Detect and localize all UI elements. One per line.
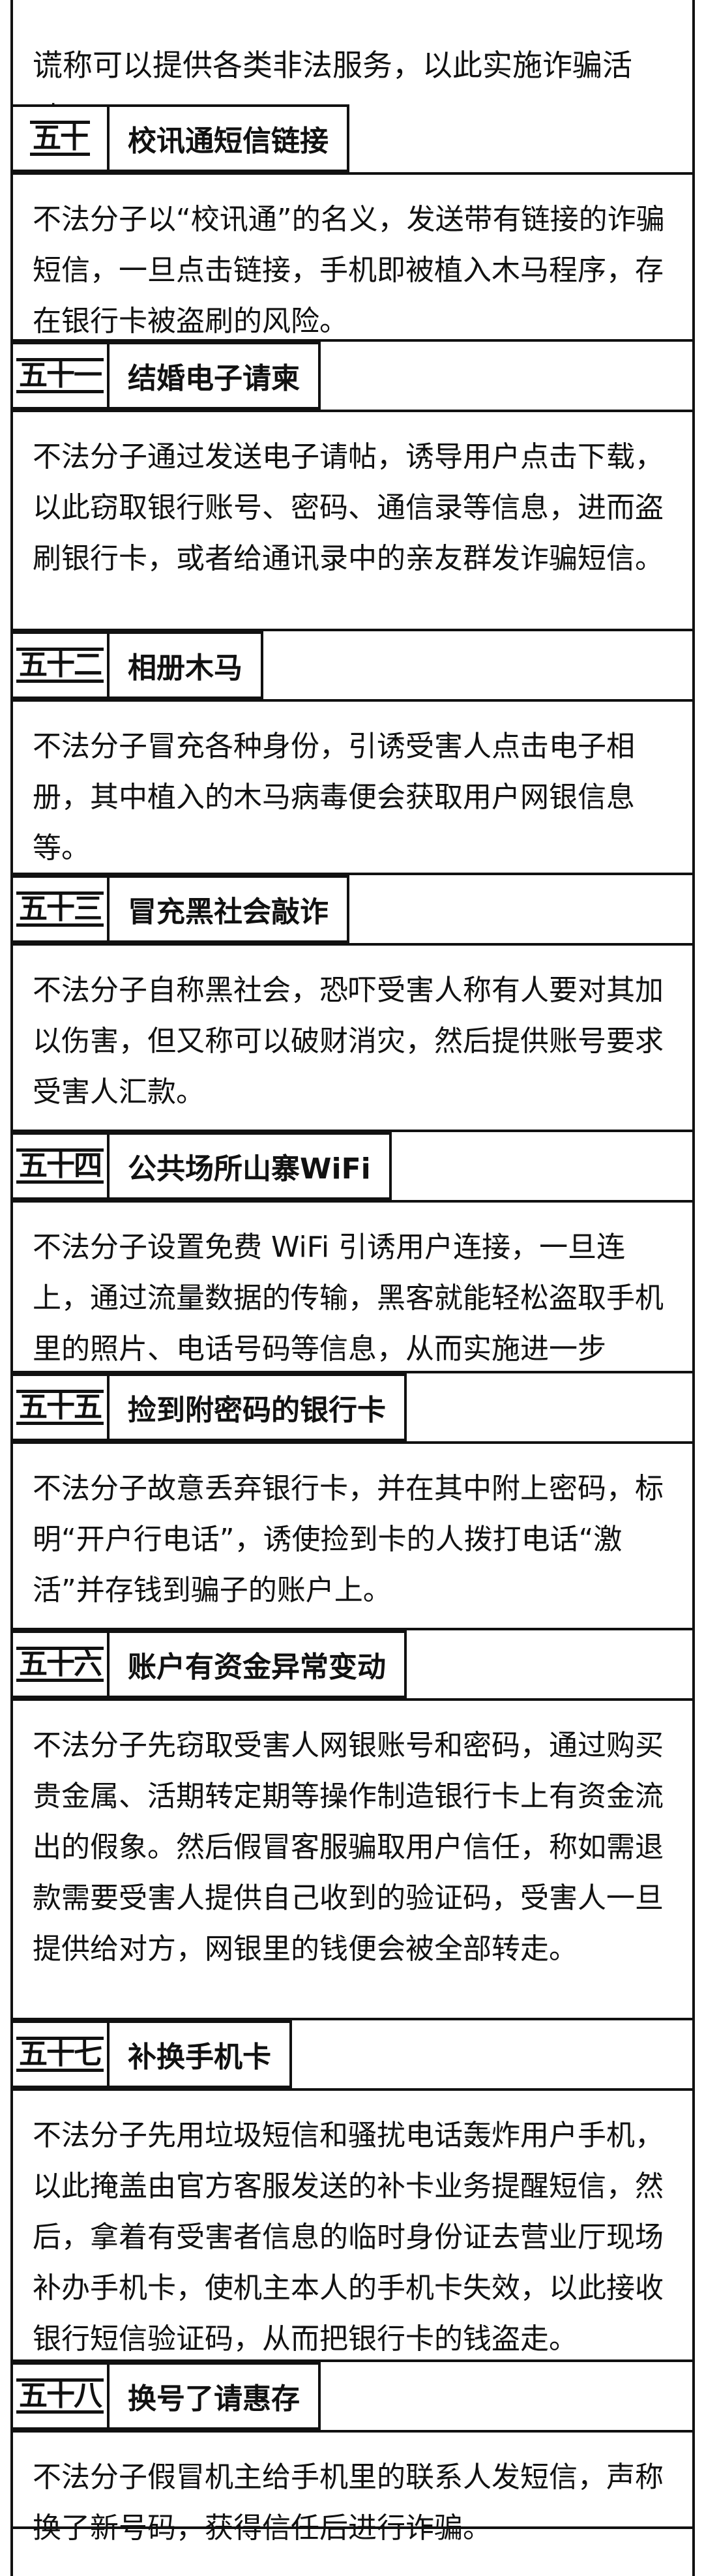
section-title: 冒充黑社会敲诈 — [110, 875, 349, 943]
section-number: 五十七 — [10, 2020, 110, 2088]
section-header: 五十四 公共场所山寨WiFi — [10, 1132, 692, 1200]
section-number: 五十一 — [10, 342, 110, 410]
section-body: 不法分子以“校讯通”的名义，发送带有链接的诈骗短信，一旦点击链接，手机即被植入木… — [10, 172, 695, 342]
section-body: 不法分子自称黑社会，恐吓受害人称有人要对其加以伤害，但又称可以破财消灾，然后提供… — [10, 943, 695, 1132]
section-header: 五十一 结婚电子请柬 — [10, 342, 692, 410]
section-body: 不法分子先用垃圾短信和骚扰电话轰炸用户手机，以此掩盖由官方客服发送的补卡业务提醒… — [10, 2088, 695, 2362]
article-page: 谎称可以提供各类非法服务，以此实施诈骗活动。 五十 校讯通短信链接 不法分子以“… — [10, 0, 695, 2576]
section-number: 五十二 — [10, 631, 110, 699]
section-53: 五十三 冒充黑社会敲诈 不法分子自称黑社会，恐吓受害人称有人要对其加以伤害，但又… — [10, 875, 695, 1132]
section-title: 校讯通短信链接 — [110, 104, 349, 172]
section-number: 五十八 — [10, 2362, 110, 2430]
section-title: 结婚电子请柬 — [110, 342, 321, 410]
section-body: 不法分子故意丢弃银行卡，并在其中附上密码，标明“开户行电话”，诱使捡到卡的人拨打… — [10, 1441, 695, 1630]
section-56: 五十六 账户有资金异常变动 不法分子先窃取受害人网银账号和密码，通过购买贵金属、… — [10, 1630, 695, 2020]
section-title: 公共场所山寨WiFi — [110, 1132, 392, 1200]
section-body: 不法分子先窃取受害人网银账号和密码，通过购买贵金属、活期转定期等操作制造银行卡上… — [10, 1698, 695, 2020]
section-title: 捡到附密码的银行卡 — [110, 1373, 407, 1441]
intro-text: 谎称可以提供各类非法服务，以此实施诈骗活动。 — [33, 48, 632, 135]
section-50: 五十 校讯通短信链接 不法分子以“校讯通”的名义，发送带有链接的诈骗短信，一旦点… — [10, 104, 695, 342]
section-number: 五十六 — [10, 1630, 110, 1698]
section-58: 五十八 换号了请惠存 不法分子假冒机主给手机里的联系人发短信，声称换了新号码，获… — [10, 2362, 695, 2576]
section-body: 不法分子冒充各种身份，引诱受害人点击电子相册，其中植入的木马病毒便会获取用户网银… — [10, 699, 695, 875]
section-header: 五十七 补换手机卡 — [10, 2020, 692, 2088]
section-header: 五十八 换号了请惠存 — [10, 2362, 692, 2430]
section-header: 五十五 捡到附密码的银行卡 — [10, 1373, 692, 1441]
section-title: 换号了请惠存 — [110, 2362, 321, 2430]
section-52: 五十二 相册木马 不法分子冒充各种身份，引诱受害人点击电子相册，其中植入的木马病… — [10, 631, 695, 875]
section-title: 相册木马 — [110, 631, 263, 699]
section-header: 五十六 账户有资金异常变动 — [10, 1630, 692, 1698]
section-body: 不法分子假冒机主给手机里的联系人发短信，声称换了新号码，获得信任后进行诈骗。 — [10, 2430, 695, 2576]
section-header: 五十二 相册木马 — [10, 631, 692, 699]
section-54: 五十四 公共场所山寨WiFi 不法分子设置免费 WiFi 引诱用户连接，一旦连上… — [10, 1132, 695, 1373]
section-body: 不法分子通过发送电子请帖，诱导用户点击下载，以此窃取银行账号、密码、通信录等信息… — [10, 410, 695, 631]
section-title: 账户有资金异常变动 — [110, 1630, 407, 1698]
section-51: 五十一 结婚电子请柬 不法分子通过发送电子请帖，诱导用户点击下载，以此窃取银行账… — [10, 342, 695, 631]
section-number: 五十五 — [10, 1373, 110, 1441]
section-57: 五十七 补换手机卡 不法分子先用垃圾短信和骚扰电话轰炸用户手机，以此掩盖由官方客… — [10, 2020, 695, 2362]
section-body: 不法分子设置免费 WiFi 引诱用户连接，一旦连上，通过流量数据的传输，黑客就能… — [10, 1200, 695, 1373]
section-number: 五十三 — [10, 875, 110, 943]
section-number: 五十四 — [10, 1132, 110, 1200]
section-header: 五十三 冒充黑社会敲诈 — [10, 875, 692, 943]
section-55: 五十五 捡到附密码的银行卡 不法分子故意丢弃银行卡，并在其中附上密码，标明“开户… — [10, 1373, 695, 1630]
section-number: 五十 — [10, 104, 110, 172]
section-title: 补换手机卡 — [110, 2020, 292, 2088]
section-header: 五十 校讯通短信链接 — [10, 104, 692, 172]
